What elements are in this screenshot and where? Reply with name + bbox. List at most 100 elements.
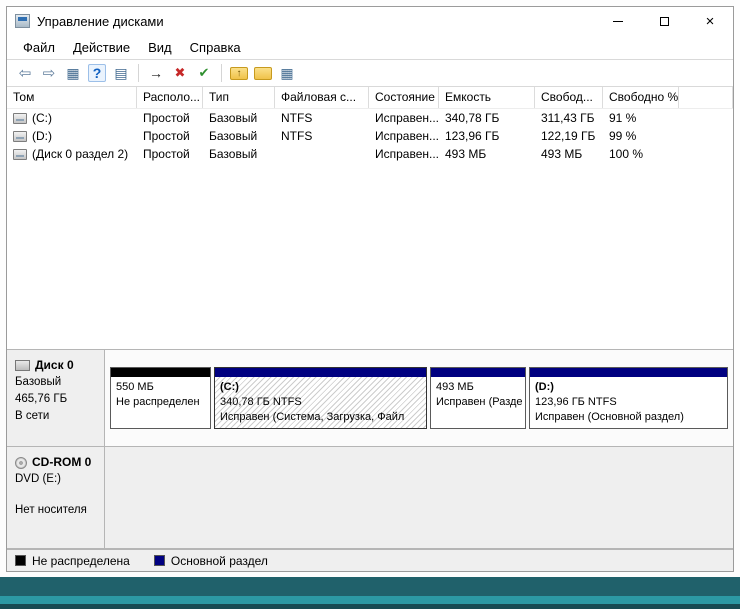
graphical-view: Диск 0 Базовый 465,76 ГБ В сети 550 МБ Н… [7,349,733,549]
volume-cell: (D:) [7,127,137,145]
partition-color-band [431,368,525,377]
window-title: Управление дисками [37,13,164,29]
volume-icon [13,130,27,142]
partition-color-band [111,368,210,377]
layout-cell: Простой [143,147,190,161]
disk-title: Диск 0 [15,357,98,374]
disk-icon [15,360,30,372]
folder-up-icon[interactable]: ↑ [230,66,248,80]
free-cell: 311,43 ГБ [541,111,595,125]
free-pct-cell: 100 % [609,147,644,161]
legend-item-unallocated: Не распределена [15,554,130,568]
menu-file[interactable]: Файл [14,37,64,58]
free-pct-cell: 91 % [609,111,637,125]
type-cell: Базовый [209,129,258,143]
filesystem-cell: NTFS [281,129,313,143]
maximize-button[interactable] [641,7,687,35]
column-header-layout[interactable]: Располо... [137,87,203,108]
minimize-button[interactable] [595,7,641,35]
delete-volume-icon[interactable]: ✖ [168,62,192,84]
primary-partition-swatch-icon [153,555,165,566]
volume-name: (Диск 0 раздел 2) [32,147,129,161]
column-header-free-pct[interactable]: Свободно % [603,87,679,108]
volume-cell: (C:) [7,109,137,127]
disk-0-partitions: 550 МБ Не распределен (C:) 340,78 ГБ NTF… [105,350,733,446]
table-row[interactable]: (Диск 0 раздел 2) Простой Базовый Исправ… [7,145,733,163]
folder-icon[interactable] [254,66,272,80]
menu-help[interactable]: Справка [181,37,250,58]
volume-name: (C:) [32,111,52,125]
free-cell: 122,19 ГБ [541,129,596,143]
disk-name: Диск 0 [35,358,74,372]
partition-recovery[interactable]: 493 МБ Исправен (Разде [430,367,526,429]
menubar: Файл Действие Вид Справка [7,35,733,59]
free-cell: 493 МБ [541,147,583,161]
disk-0-row: Диск 0 Базовый 465,76 ГБ В сети 550 МБ Н… [7,350,733,447]
table-row[interactable]: (C:) Простой Базовый NTFS Исправен... 34… [7,109,733,127]
window-controls: × [595,7,733,35]
column-header-status[interactable]: Состояние [369,87,439,108]
titlebar: Управление дисками × [7,7,733,35]
check-volume-icon[interactable]: ✔ [192,62,216,84]
partition-name: (D:) [535,381,554,393]
partition-body: 493 МБ Исправен (Разде [431,377,525,428]
action-pane-icon[interactable]: ▤ [109,62,133,84]
action-arrow-icon[interactable]: → [144,62,168,84]
disk-type: Базовый [15,376,62,389]
layout-cell: Простой [143,129,190,143]
volume-name: (D:) [32,129,52,143]
capacity-cell: 340,78 ГБ [445,111,500,125]
partition-c[interactable]: (C:) 340,78 ГБ NTFS Исправен (Система, З… [214,367,427,429]
toolbar: ⇦ ⇨ ▦ ? ▤ → ✖ ✔ ↑ ▦ [7,59,733,87]
partition-color-band [530,368,727,377]
capacity-cell: 493 МБ [445,147,487,161]
partition-body: (D:) 123,96 ГБ NTFS Исправен (Основной р… [530,377,727,428]
cdrom-0-partitions [105,447,733,548]
legend-label: Основной раздел [170,553,268,568]
maximize-icon [659,16,669,26]
partition-size: 340,78 ГБ NTFS [220,395,302,408]
partition-body: 550 МБ Не распределен [111,377,210,428]
filesystem-cell: NTFS [281,111,313,125]
table-row[interactable]: (D:) Простой Базовый NTFS Исправен... 12… [7,127,733,145]
disk-size: 465,76 ГБ [15,393,68,406]
console-tree-icon[interactable]: ▦ [61,62,85,84]
column-header-free[interactable]: Свобод... [535,87,603,108]
cdrom-title: CD-ROM 0 [15,454,98,471]
minimize-icon [613,20,623,22]
partition-status: Исправен (Основной раздел) [535,410,684,423]
legend-bar: Не распределена Основной раздел [7,549,733,571]
volume-list: Том Располо... Тип Файловая с... Состоян… [7,87,733,349]
desktop-background-strip [0,577,740,609]
partition-unallocated[interactable]: 550 МБ Не распределен [110,367,211,429]
forward-icon[interactable]: ⇨ [37,62,61,84]
cdrom-0-row: CD-ROM 0 DVD (E:) Нет носителя [7,447,733,549]
cdrom-0-info[interactable]: CD-ROM 0 DVD (E:) Нет носителя [7,447,105,548]
disk-0-info[interactable]: Диск 0 Базовый 465,76 ГБ В сети [7,350,105,446]
column-header-capacity[interactable]: Емкость [439,87,535,108]
column-header-filesystem[interactable]: Файловая с... [275,87,369,108]
partition-body: (C:) 340,78 ГБ NTFS Исправен (Система, З… [215,377,426,428]
partition-size: 550 МБ [116,381,154,393]
partition-color-band [215,368,426,377]
toolbar-separator [221,64,222,82]
column-header-type[interactable]: Тип [203,87,275,108]
cdrom-icon [15,456,27,469]
disk-status: В сети [15,409,50,422]
screen: Управление дисками × Файл Действие Вид С… [0,0,740,609]
volume-list-header: Том Располо... Тип Файловая с... Состоян… [7,87,733,109]
menu-view[interactable]: Вид [139,37,181,58]
status-cell: Исправен... [375,129,439,143]
menu-action[interactable]: Действие [64,37,139,58]
layout-cell: Простой [143,111,190,125]
back-icon[interactable]: ⇦ [13,62,37,84]
partition-status: Исправен (Разде [436,395,523,408]
details-view-icon[interactable]: ▦ [275,62,299,84]
help-icon[interactable]: ? [88,64,106,82]
volume-icon [13,148,27,160]
column-header-volume[interactable]: Том [7,87,137,108]
close-button[interactable]: × [687,7,733,35]
partition-d[interactable]: (D:) 123,96 ГБ NTFS Исправен (Основной р… [529,367,728,429]
volume-icon [13,112,27,124]
